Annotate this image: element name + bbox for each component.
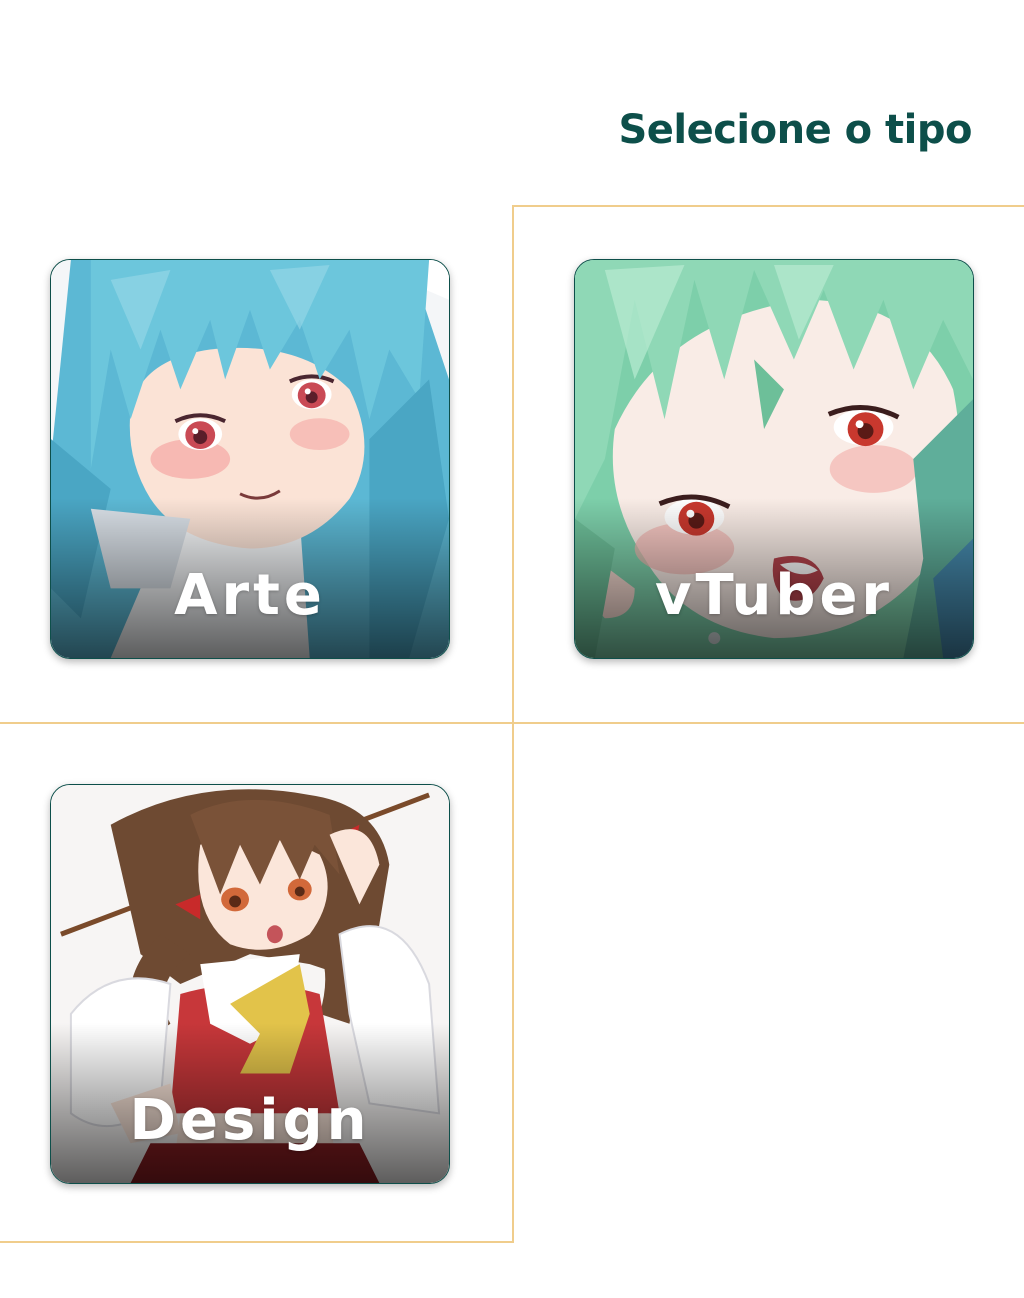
grid-line-vertical (512, 205, 514, 1242)
category-label-design: Design (129, 1088, 371, 1153)
category-label-vtuber: vTuber (654, 563, 894, 628)
category-card-vtuber[interactable]: vTuber (574, 259, 974, 659)
grid-line-bottom (0, 1241, 514, 1243)
category-card-arte[interactable]: Arte (50, 259, 450, 659)
category-label-arte: Arte (174, 563, 326, 628)
category-card-design[interactable]: Design (50, 784, 450, 1184)
category-tile-design[interactable]: Design (0, 724, 512, 1241)
category-tile-arte[interactable]: Arte (0, 207, 512, 724)
category-tile-vtuber[interactable]: vTuber (524, 207, 1024, 724)
page-title: Selecione o tipo (618, 107, 972, 153)
